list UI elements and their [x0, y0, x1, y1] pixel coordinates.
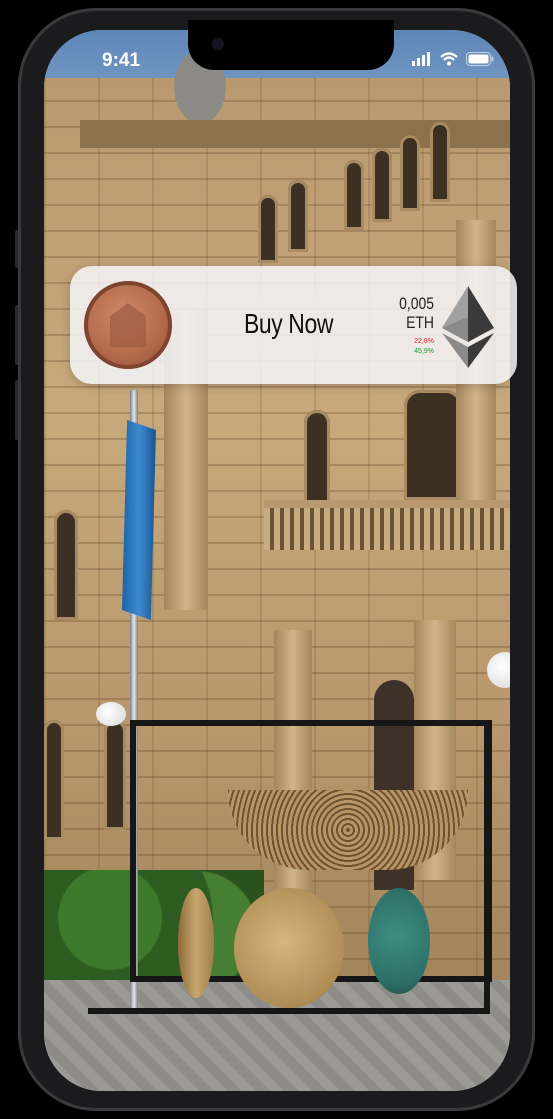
price-display: 0,005 ETH [396, 294, 434, 332]
ar-nft-sculpture[interactable] [88, 720, 492, 1014]
wifi-icon [440, 52, 458, 66]
window [344, 160, 364, 230]
front-camera [212, 38, 224, 50]
window [54, 510, 78, 620]
status-icons [412, 52, 494, 66]
buy-now-button[interactable]: Buy Now [244, 308, 333, 340]
coin-sculpture [234, 888, 344, 1008]
copper-coin-icon [84, 281, 172, 369]
nft-buy-card[interactable]: Buy Now 0,005 ETH 22,8% 45,9% [70, 266, 517, 384]
window [44, 720, 64, 840]
window [304, 410, 330, 510]
price-change-down: 22,8% [414, 338, 434, 345]
window [372, 148, 392, 222]
price-value: 0,005 [399, 294, 434, 313]
window [400, 135, 420, 211]
status-time: 9:41 [102, 50, 141, 71]
balcony-railing [264, 500, 510, 550]
signal-icon [412, 52, 430, 66]
window [258, 195, 278, 263]
price-currency: ETH [406, 313, 434, 332]
window [430, 122, 450, 202]
coin-sculpture [178, 888, 214, 998]
window [288, 180, 308, 252]
price-change-up: 45,9% [414, 348, 434, 355]
coin-sculpture [368, 888, 430, 994]
battery-icon [466, 52, 494, 66]
ar-camera-view[interactable]: 9:41 [44, 30, 510, 1091]
window [404, 390, 462, 500]
blue-flag [122, 420, 156, 620]
ethereum-icon [442, 286, 494, 368]
